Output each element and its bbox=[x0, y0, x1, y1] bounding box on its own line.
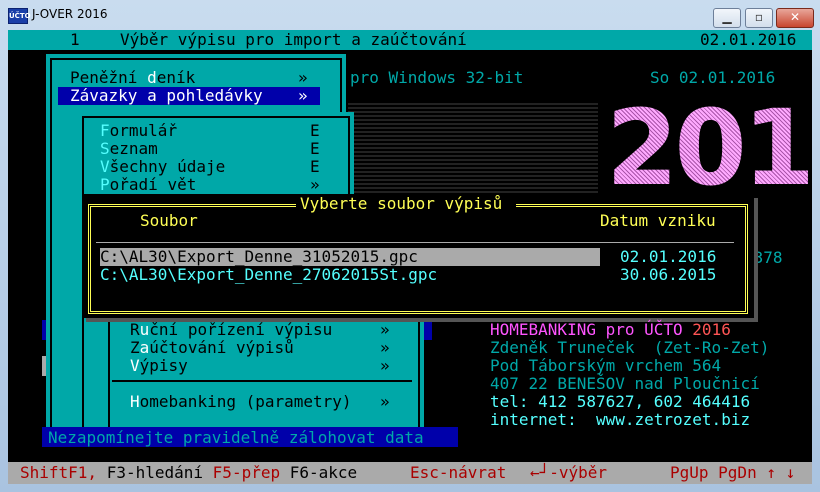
title-bar[interactable]: ÚČTO J-OVER 2016 ▁ ▫ ✕ bbox=[0, 0, 820, 30]
menu-item-penezni-denik[interactable]: Peněžní deník bbox=[70, 69, 195, 87]
status-pgupdn[interactable]: PgUp PgDn ↑ ↓ bbox=[670, 464, 795, 482]
menu-item-zauctovani[interactable]: Zaúčtování výpisů bbox=[130, 339, 294, 357]
company-line3: Pod Táborským vrchem 564 bbox=[490, 356, 722, 375]
menu-item-formular[interactable]: Formulář bbox=[100, 122, 177, 140]
menu-item-seznam[interactable]: Seznam bbox=[100, 140, 158, 158]
logo-art bbox=[348, 102, 598, 197]
menu-arrow: » bbox=[298, 68, 308, 87]
status-enter[interactable]: ←┘-výběr bbox=[530, 464, 607, 482]
app-icon: ÚČTO bbox=[8, 8, 31, 24]
menu-divider bbox=[112, 380, 412, 382]
company-web: internet: www.zetrozet.biz bbox=[490, 410, 751, 429]
status-esc[interactable]: Esc-návrat bbox=[410, 464, 506, 482]
company-phone: tel: 412 587627, 602 464416 bbox=[490, 392, 751, 411]
menu-key: E bbox=[310, 139, 320, 158]
backup-reminder: Nezapomínejte pravidelně zálohovat data bbox=[48, 428, 424, 447]
column-header-date: Datum vzniku bbox=[600, 211, 716, 230]
window-title: J-OVER 2016 bbox=[32, 7, 108, 21]
company-line2: Zdeněk Truneček (Zet-Ro-Zet) bbox=[490, 338, 770, 357]
screen-title: Výběr výpisu pro import a zaúčtování bbox=[120, 30, 467, 49]
company-line4: 407 22 BENEŠOV nad Ploučnicí bbox=[490, 374, 760, 393]
screen-number: 1 bbox=[70, 30, 80, 49]
menu-arrow: » bbox=[380, 338, 390, 357]
menu-arrow: » bbox=[380, 392, 390, 411]
menu-arrow: » bbox=[380, 320, 390, 339]
table-row-file[interactable]: C:\AL30\Export_Denne_31052015.gpc bbox=[100, 248, 418, 266]
menu-item-rucni-porizeni[interactable]: Ruční pořízení výpisu bbox=[130, 321, 332, 339]
dialog-divider bbox=[96, 242, 734, 243]
menu-arrow: » bbox=[298, 86, 308, 105]
menu-key: E bbox=[310, 157, 320, 176]
application-window: ÚČTO J-OVER 2016 ▁ ▫ ✕ 1 Výběr výpisu pr… bbox=[0, 0, 820, 492]
menu-key: » bbox=[310, 175, 320, 194]
os-line: pro Windows 32-bit bbox=[350, 68, 524, 87]
menu-item-poradi-vet[interactable]: Pořadí vět bbox=[100, 176, 196, 194]
maximize-button[interactable]: ▫ bbox=[745, 8, 773, 28]
table-row-date[interactable]: 02.01.2016 bbox=[620, 248, 716, 266]
menu-key: E bbox=[310, 121, 320, 140]
status-keys-left: ShiftF1, F3-hledání F5-přep F6-akce bbox=[20, 463, 358, 482]
close-button[interactable]: ✕ bbox=[776, 8, 814, 28]
minimize-button[interactable]: ▁ bbox=[713, 8, 741, 28]
menu-item-vypisy[interactable]: Výpisy bbox=[130, 357, 188, 375]
dialog-title: Vyberte soubor výpisů bbox=[300, 194, 503, 213]
header-date: 02.01.2016 bbox=[700, 30, 797, 49]
menu-item-homebanking[interactable]: Homebanking (parametry) bbox=[130, 393, 352, 411]
menu-item-vsechny-udaje[interactable]: Všechny údaje bbox=[100, 158, 225, 176]
menu-item-zavazky[interactable]: Závazky a pohledávky bbox=[70, 87, 263, 105]
console-screen: 1 Výběr výpisu pro import a zaúčtování 0… bbox=[8, 30, 812, 484]
menu-arrow: » bbox=[380, 356, 390, 375]
year-art: 2016 bbox=[606, 96, 812, 200]
day-line: So 02.01.2016 bbox=[650, 68, 776, 87]
company-line1: HOMEBANKING pro ÚČTO 2016 bbox=[490, 320, 731, 339]
table-row-date[interactable]: 30.06.2015 bbox=[620, 266, 716, 284]
table-row-file[interactable]: C:\AL30\Export_Denne_27062015St.gpc bbox=[100, 266, 437, 284]
column-header-file: Soubor bbox=[140, 211, 198, 230]
